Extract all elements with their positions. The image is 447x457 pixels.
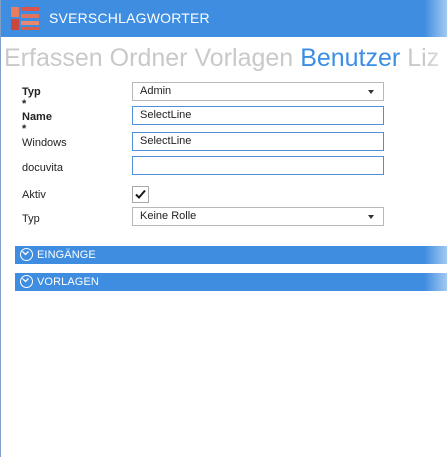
title-bar: SVERSCHLAGWORTER bbox=[1, 0, 447, 37]
expand-icon bbox=[20, 248, 33, 261]
typ-label: Typ * bbox=[22, 86, 41, 110]
section-eingaenge[interactable]: EINGÄNGE bbox=[15, 246, 447, 264]
name-label: Name * bbox=[22, 111, 52, 135]
rolle-select-value: Keine Rolle bbox=[140, 210, 197, 222]
typ-select[interactable]: Admin bbox=[132, 82, 384, 101]
tab-benutzer[interactable]: Benutzer bbox=[300, 44, 400, 72]
typ-select-value: Admin bbox=[140, 85, 172, 97]
name-field[interactable]: SelectLine bbox=[132, 106, 384, 125]
rolle-select[interactable]: Keine Rolle bbox=[132, 207, 384, 226]
window-title: SVERSCHLAGWORTER bbox=[49, 10, 210, 26]
aktiv-label: Aktiv bbox=[22, 189, 46, 201]
tab-lizenz[interactable]: Liz bbox=[407, 44, 439, 72]
typ2-label: Typ bbox=[22, 213, 40, 225]
app-window: SVERSCHLAGWORTER Erfassen Ordner Vorlagen B… bbox=[0, 0, 447, 457]
section-vorlagen-label: VORLAGEN bbox=[37, 276, 99, 288]
aktiv-checkbox[interactable] bbox=[132, 186, 149, 203]
windows-field[interactable]: SelectLine bbox=[132, 132, 384, 151]
expand-icon bbox=[20, 275, 33, 288]
app-logo-icon bbox=[11, 7, 39, 30]
chevron-down-icon bbox=[368, 215, 374, 219]
section-eingaenge-label: EINGÄNGE bbox=[37, 249, 96, 261]
tab-vorlagen[interactable]: Vorlagen bbox=[194, 44, 293, 72]
section-vorlagen[interactable]: VORLAGEN bbox=[15, 273, 447, 291]
chevron-down-icon bbox=[368, 90, 374, 94]
windows-label: Windows bbox=[22, 137, 67, 149]
tab-ordner[interactable]: Ordner bbox=[110, 44, 188, 72]
docuvita-label: docuvita bbox=[22, 162, 63, 174]
tab-erfassen[interactable]: Erfassen bbox=[4, 44, 103, 72]
checkmark-icon bbox=[135, 189, 146, 199]
docuvita-field[interactable] bbox=[132, 156, 384, 175]
tab-bar: Erfassen Ordner Vorlagen Benutzer Liz bbox=[4, 44, 446, 73]
